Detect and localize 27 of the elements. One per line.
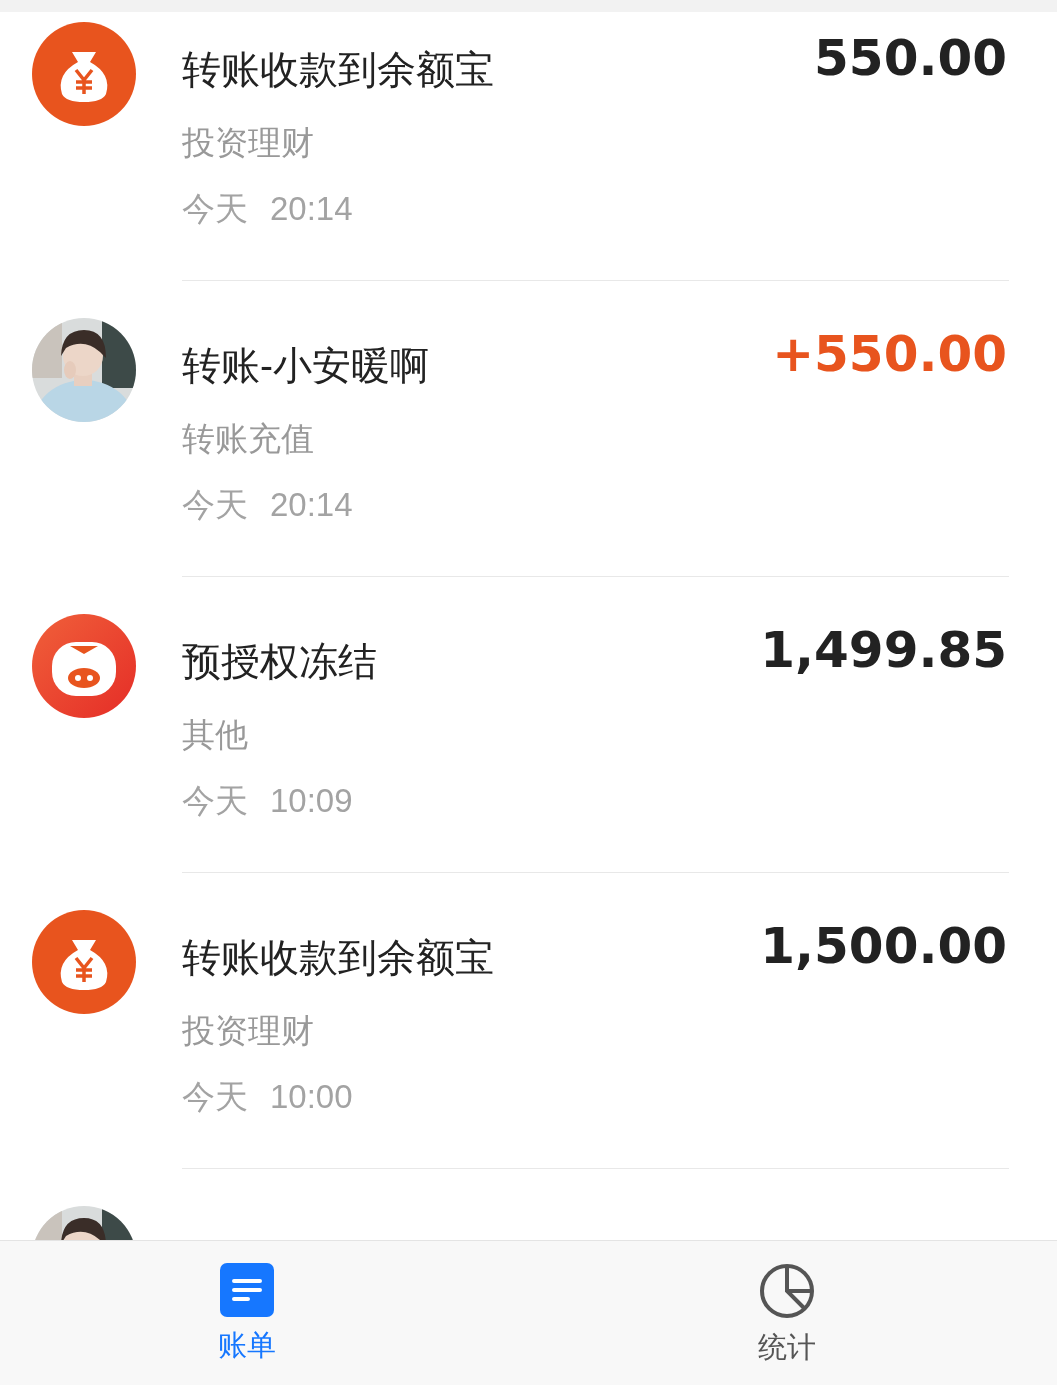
transaction-time: 20:14 <box>270 189 353 229</box>
transaction-day: 今天 <box>182 1072 248 1122</box>
transaction-time: 10:00 <box>270 1077 353 1117</box>
transaction-category: 投资理财 <box>182 1011 314 1051</box>
transaction-title: 转账收款到余额宝 <box>182 47 494 93</box>
transaction-time: 10:09 <box>270 781 353 821</box>
transaction-title: 转账收款到余额宝 <box>182 935 494 981</box>
transaction-time: 20:14 <box>270 485 353 525</box>
transaction-category: 投资理财 <box>182 123 314 163</box>
transaction-day: 今天 <box>182 184 248 234</box>
bill-icon <box>220 1263 274 1317</box>
pig-icon <box>32 614 136 718</box>
transaction-title: 预授权冻结 <box>182 639 377 685</box>
transaction-category: 其他 <box>182 715 248 755</box>
transaction-day: 今天 <box>182 480 248 530</box>
pie-chart-icon <box>759 1263 815 1319</box>
money-bag-icon <box>32 910 136 1014</box>
transaction-amount: 1,499.85 <box>760 620 1007 680</box>
tab[interactable]: 统计 <box>580 1241 994 1385</box>
transaction-amount: 1,500.00 <box>760 916 1007 976</box>
transaction-amount: 550.00 <box>814 28 1007 88</box>
transaction-category: 转账充值 <box>182 419 314 459</box>
tab[interactable]: 账单 <box>0 1241 494 1385</box>
money-bag-icon <box>32 22 136 126</box>
transaction-day: 今天 <box>182 776 248 826</box>
transaction-amount: +550.00 <box>772 324 1007 384</box>
transaction-title: 转账-小安暖啊 <box>182 343 429 389</box>
